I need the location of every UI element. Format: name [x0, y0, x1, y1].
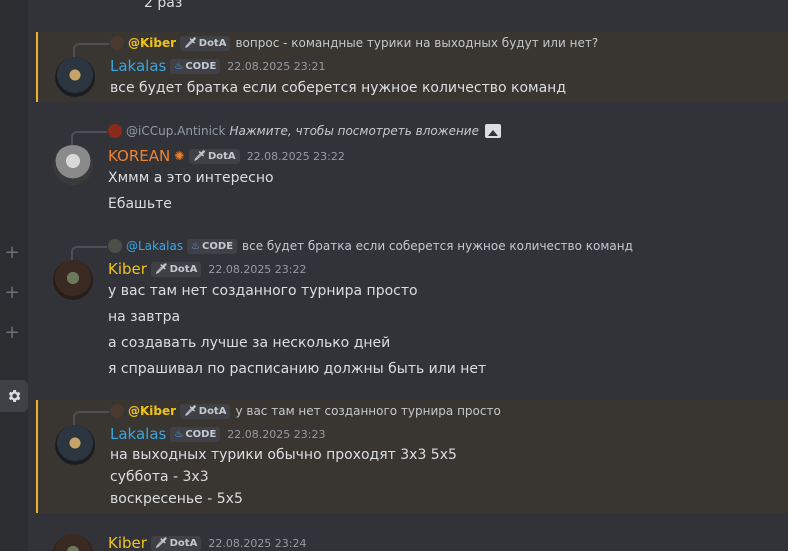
server-tag: 🗡 DotA: [150, 535, 202, 551]
message-text: у вас там нет созданного турнира просто: [108, 283, 418, 299]
message-text: на выходных турики обычно проходят 3х3 5…: [110, 447, 457, 463]
timestamp: 22.08.2025 23:22: [208, 262, 307, 276]
author-name[interactable]: Lakalas: [110, 425, 166, 443]
message-text: все будет братка если соберется нужное к…: [110, 80, 567, 96]
message-text: 2 раз: [144, 0, 183, 11]
avatar: [110, 36, 124, 50]
server-tag: 🗡 DotA: [150, 261, 202, 277]
timestamp: 22.08.2025 23:24: [208, 536, 307, 550]
sword-icon: 🗡: [154, 263, 168, 275]
sword-icon: 🗡: [154, 537, 168, 549]
server-tag: ♨ CODE: [170, 58, 221, 74]
avatar[interactable]: [55, 425, 95, 465]
flame-icon: ♨: [191, 240, 201, 252]
server-tag: 🗡 DotA: [180, 403, 231, 419]
timestamp: 22.08.2025 23:22: [246, 149, 345, 163]
chat-area: 2 раз @Kiber 🗡 DotA вопрос - командные ту…: [36, 0, 788, 551]
message-text: на завтра: [108, 309, 181, 325]
avatar: [108, 239, 122, 253]
message[interactable]: @iCCup.Antinick Нажмите, чтобы посмотрет…: [36, 120, 788, 220]
message[interactable]: @Kiber 🗡 DotA вопрос - командные турики н…: [36, 32, 788, 102]
timestamp: 22.08.2025 23:23: [227, 427, 326, 441]
reply-author[interactable]: @Lakalas: [126, 239, 183, 253]
message-text: я спрашивал по расписанию должны быть ил…: [108, 361, 487, 377]
reply-author[interactable]: @iCCup.Antinick: [126, 124, 225, 138]
reply-preview[interactable]: @Lakalas ♨ CODE все будет братка если соб…: [108, 237, 633, 255]
author-name[interactable]: Kiber: [108, 260, 147, 278]
message[interactable]: Kiber 🗡 DotA 22.08.2025 23:24: [36, 530, 788, 551]
server-tag: 🗡 DotA: [189, 148, 240, 164]
reply-text: вопрос - командные турики на выходных бу…: [235, 36, 599, 50]
server-tag: 🗡 DotA: [180, 35, 231, 51]
server-rail: + + +: [0, 0, 28, 551]
add-icon[interactable]: +: [4, 244, 20, 262]
message-text: Хммм а это интересно: [108, 170, 274, 186]
avatar[interactable]: [55, 57, 95, 97]
reply-preview[interactable]: @iCCup.Antinick Нажмите, чтобы посмотрет…: [108, 122, 501, 140]
reply-preview[interactable]: @Kiber 🗡 DotA у вас там нет созданного ту…: [110, 402, 501, 420]
sword-icon: 🗡: [184, 37, 197, 49]
reply-text: у вас там нет созданного турнира просто: [235, 404, 501, 418]
flame-icon: ♨: [174, 428, 184, 440]
server-tag: ♨ CODE: [170, 426, 221, 442]
image-icon: [484, 124, 501, 138]
message-text: Ебашьте: [108, 196, 172, 212]
message-text: воскресенье - 5х5: [110, 491, 243, 507]
reply-text: Нажмите, чтобы посмотреть вложение: [229, 124, 479, 138]
sword-icon: 🗡: [193, 150, 206, 162]
reply-text: все будет братка если соберется нужное к…: [242, 239, 633, 253]
sword-icon: 🗡: [184, 405, 197, 417]
avatar[interactable]: [53, 534, 93, 551]
sun-icon: ✺: [174, 149, 185, 163]
message-text: а создавать лучше за несколько дней: [108, 335, 391, 351]
timestamp: 22.08.2025 23:21: [227, 59, 326, 73]
settings-button[interactable]: [0, 380, 28, 412]
author-name[interactable]: Lakalas: [110, 57, 166, 75]
server-tag: ♨ CODE: [187, 238, 238, 254]
author-name[interactable]: Kiber: [108, 534, 147, 551]
author-name[interactable]: KOREAN: [108, 147, 170, 165]
avatar[interactable]: [53, 145, 93, 185]
message-text: суббота - 3х3: [110, 469, 209, 485]
avatar: [108, 124, 122, 138]
reply-author[interactable]: @Kiber: [128, 404, 176, 418]
message[interactable]: @Kiber 🗡 DotA у вас там нет созданного ту…: [36, 400, 788, 513]
flame-icon: ♨: [174, 60, 184, 72]
reply-preview[interactable]: @Kiber 🗡 DotA вопрос - командные турики н…: [110, 34, 598, 52]
message[interactable]: @Lakalas ♨ CODE все будет братка если соб…: [36, 235, 788, 385]
avatar: [110, 404, 124, 418]
reply-author[interactable]: @Kiber: [128, 36, 176, 50]
add-icon[interactable]: +: [4, 324, 20, 342]
avatar[interactable]: [53, 260, 93, 300]
gear-icon: [8, 390, 21, 402]
add-icon[interactable]: +: [4, 284, 20, 302]
